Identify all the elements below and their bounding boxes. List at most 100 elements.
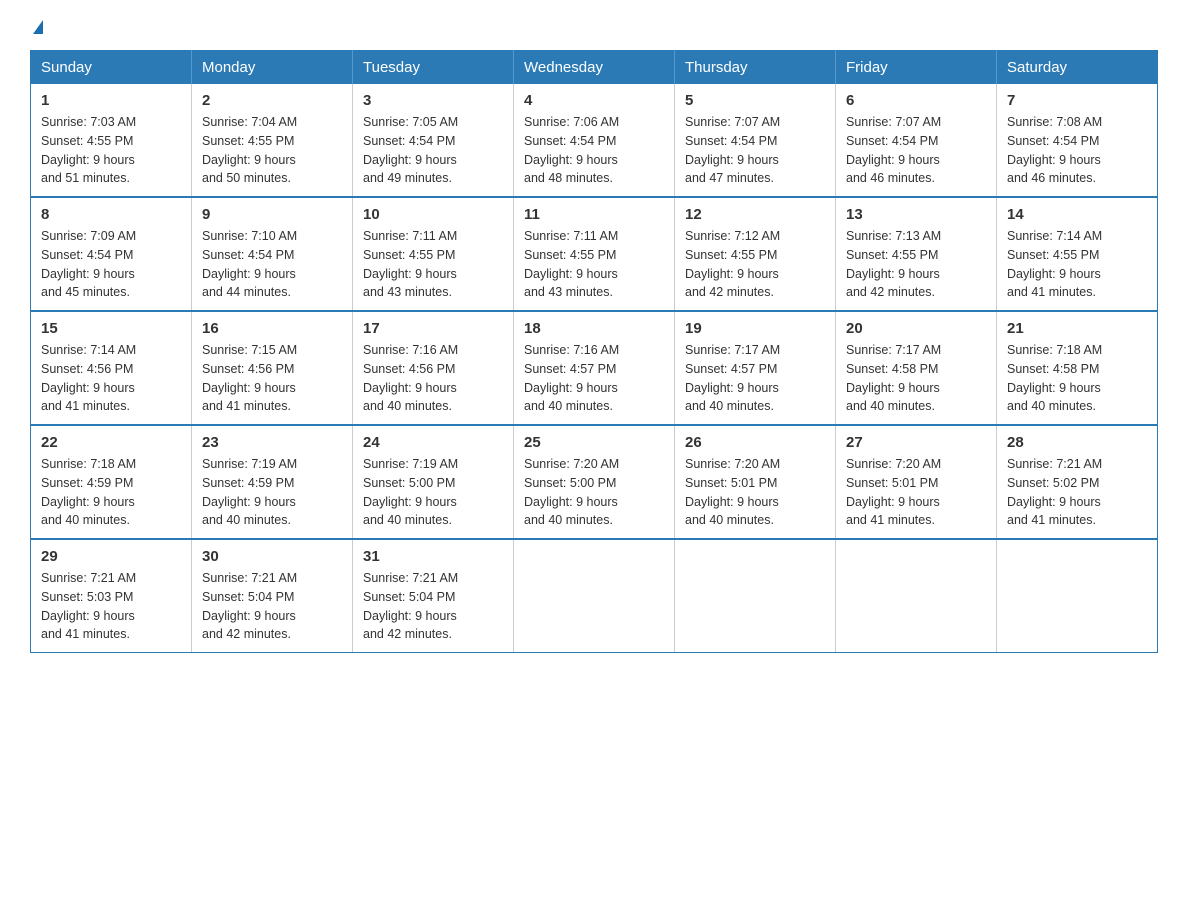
calendar-cell: 10 Sunrise: 7:11 AM Sunset: 4:55 PM Dayl… [353, 197, 514, 311]
day-info: Sunrise: 7:21 AM Sunset: 5:04 PM Dayligh… [202, 569, 342, 644]
day-number: 1 [41, 92, 181, 109]
day-number: 31 [363, 548, 503, 565]
calendar-cell [514, 539, 675, 653]
calendar-cell: 6 Sunrise: 7:07 AM Sunset: 4:54 PM Dayli… [836, 84, 997, 197]
calendar-table: SundayMondayTuesdayWednesdayThursdayFrid… [30, 50, 1158, 653]
day-number: 27 [846, 434, 986, 451]
day-info: Sunrise: 7:21 AM Sunset: 5:04 PM Dayligh… [363, 569, 503, 644]
calendar-cell: 16 Sunrise: 7:15 AM Sunset: 4:56 PM Dayl… [192, 311, 353, 425]
day-info: Sunrise: 7:19 AM Sunset: 5:00 PM Dayligh… [363, 455, 503, 530]
day-number: 29 [41, 548, 181, 565]
day-info: Sunrise: 7:20 AM Sunset: 5:01 PM Dayligh… [685, 455, 825, 530]
calendar-cell: 3 Sunrise: 7:05 AM Sunset: 4:54 PM Dayli… [353, 84, 514, 197]
calendar-cell: 11 Sunrise: 7:11 AM Sunset: 4:55 PM Dayl… [514, 197, 675, 311]
day-number: 19 [685, 320, 825, 337]
day-info: Sunrise: 7:14 AM Sunset: 4:55 PM Dayligh… [1007, 227, 1147, 302]
weekday-header-friday: Friday [836, 51, 997, 85]
day-number: 25 [524, 434, 664, 451]
day-info: Sunrise: 7:11 AM Sunset: 4:55 PM Dayligh… [363, 227, 503, 302]
calendar-cell: 7 Sunrise: 7:08 AM Sunset: 4:54 PM Dayli… [997, 84, 1158, 197]
calendar-cell [997, 539, 1158, 653]
calendar-cell: 4 Sunrise: 7:06 AM Sunset: 4:54 PM Dayli… [514, 84, 675, 197]
calendar-week-row: 15 Sunrise: 7:14 AM Sunset: 4:56 PM Dayl… [31, 311, 1158, 425]
day-number: 17 [363, 320, 503, 337]
day-info: Sunrise: 7:08 AM Sunset: 4:54 PM Dayligh… [1007, 113, 1147, 188]
day-number: 7 [1007, 92, 1147, 109]
calendar-cell: 25 Sunrise: 7:20 AM Sunset: 5:00 PM Dayl… [514, 425, 675, 539]
day-number: 6 [846, 92, 986, 109]
calendar-cell: 14 Sunrise: 7:14 AM Sunset: 4:55 PM Dayl… [997, 197, 1158, 311]
day-info: Sunrise: 7:17 AM Sunset: 4:57 PM Dayligh… [685, 341, 825, 416]
weekday-header-wednesday: Wednesday [514, 51, 675, 85]
logo-triangle-icon [33, 20, 43, 34]
day-info: Sunrise: 7:13 AM Sunset: 4:55 PM Dayligh… [846, 227, 986, 302]
logo [30, 20, 43, 34]
day-number: 8 [41, 206, 181, 223]
day-info: Sunrise: 7:17 AM Sunset: 4:58 PM Dayligh… [846, 341, 986, 416]
day-info: Sunrise: 7:16 AM Sunset: 4:56 PM Dayligh… [363, 341, 503, 416]
page-header [30, 20, 1158, 34]
day-number: 16 [202, 320, 342, 337]
weekday-header-monday: Monday [192, 51, 353, 85]
day-info: Sunrise: 7:07 AM Sunset: 4:54 PM Dayligh… [846, 113, 986, 188]
calendar-cell: 29 Sunrise: 7:21 AM Sunset: 5:03 PM Dayl… [31, 539, 192, 653]
calendar-cell: 20 Sunrise: 7:17 AM Sunset: 4:58 PM Dayl… [836, 311, 997, 425]
day-info: Sunrise: 7:05 AM Sunset: 4:54 PM Dayligh… [363, 113, 503, 188]
day-info: Sunrise: 7:19 AM Sunset: 4:59 PM Dayligh… [202, 455, 342, 530]
day-number: 2 [202, 92, 342, 109]
calendar-cell: 27 Sunrise: 7:20 AM Sunset: 5:01 PM Dayl… [836, 425, 997, 539]
calendar-cell: 13 Sunrise: 7:13 AM Sunset: 4:55 PM Dayl… [836, 197, 997, 311]
day-info: Sunrise: 7:04 AM Sunset: 4:55 PM Dayligh… [202, 113, 342, 188]
day-number: 4 [524, 92, 664, 109]
day-number: 13 [846, 206, 986, 223]
day-number: 21 [1007, 320, 1147, 337]
calendar-cell: 21 Sunrise: 7:18 AM Sunset: 4:58 PM Dayl… [997, 311, 1158, 425]
weekday-header-sunday: Sunday [31, 51, 192, 85]
day-number: 3 [363, 92, 503, 109]
day-info: Sunrise: 7:18 AM Sunset: 4:59 PM Dayligh… [41, 455, 181, 530]
calendar-cell: 1 Sunrise: 7:03 AM Sunset: 4:55 PM Dayli… [31, 84, 192, 197]
day-info: Sunrise: 7:09 AM Sunset: 4:54 PM Dayligh… [41, 227, 181, 302]
calendar-cell: 26 Sunrise: 7:20 AM Sunset: 5:01 PM Dayl… [675, 425, 836, 539]
weekday-header-row: SundayMondayTuesdayWednesdayThursdayFrid… [31, 51, 1158, 85]
day-info: Sunrise: 7:12 AM Sunset: 4:55 PM Dayligh… [685, 227, 825, 302]
calendar-cell: 30 Sunrise: 7:21 AM Sunset: 5:04 PM Dayl… [192, 539, 353, 653]
calendar-cell: 17 Sunrise: 7:16 AM Sunset: 4:56 PM Dayl… [353, 311, 514, 425]
day-info: Sunrise: 7:07 AM Sunset: 4:54 PM Dayligh… [685, 113, 825, 188]
calendar-week-row: 1 Sunrise: 7:03 AM Sunset: 4:55 PM Dayli… [31, 84, 1158, 197]
calendar-cell [675, 539, 836, 653]
day-number: 22 [41, 434, 181, 451]
calendar-cell: 18 Sunrise: 7:16 AM Sunset: 4:57 PM Dayl… [514, 311, 675, 425]
weekday-header-saturday: Saturday [997, 51, 1158, 85]
day-number: 26 [685, 434, 825, 451]
day-info: Sunrise: 7:03 AM Sunset: 4:55 PM Dayligh… [41, 113, 181, 188]
calendar-header: SundayMondayTuesdayWednesdayThursdayFrid… [31, 51, 1158, 85]
day-info: Sunrise: 7:16 AM Sunset: 4:57 PM Dayligh… [524, 341, 664, 416]
calendar-week-row: 22 Sunrise: 7:18 AM Sunset: 4:59 PM Dayl… [31, 425, 1158, 539]
day-info: Sunrise: 7:10 AM Sunset: 4:54 PM Dayligh… [202, 227, 342, 302]
day-number: 12 [685, 206, 825, 223]
calendar-cell: 23 Sunrise: 7:19 AM Sunset: 4:59 PM Dayl… [192, 425, 353, 539]
calendar-cell: 2 Sunrise: 7:04 AM Sunset: 4:55 PM Dayli… [192, 84, 353, 197]
day-number: 15 [41, 320, 181, 337]
calendar-cell: 19 Sunrise: 7:17 AM Sunset: 4:57 PM Dayl… [675, 311, 836, 425]
calendar-cell: 12 Sunrise: 7:12 AM Sunset: 4:55 PM Dayl… [675, 197, 836, 311]
calendar-cell: 9 Sunrise: 7:10 AM Sunset: 4:54 PM Dayli… [192, 197, 353, 311]
day-number: 28 [1007, 434, 1147, 451]
day-info: Sunrise: 7:18 AM Sunset: 4:58 PM Dayligh… [1007, 341, 1147, 416]
calendar-cell: 5 Sunrise: 7:07 AM Sunset: 4:54 PM Dayli… [675, 84, 836, 197]
day-number: 30 [202, 548, 342, 565]
day-number: 9 [202, 206, 342, 223]
calendar-week-row: 8 Sunrise: 7:09 AM Sunset: 4:54 PM Dayli… [31, 197, 1158, 311]
day-number: 14 [1007, 206, 1147, 223]
day-info: Sunrise: 7:15 AM Sunset: 4:56 PM Dayligh… [202, 341, 342, 416]
day-info: Sunrise: 7:06 AM Sunset: 4:54 PM Dayligh… [524, 113, 664, 188]
calendar-week-row: 29 Sunrise: 7:21 AM Sunset: 5:03 PM Dayl… [31, 539, 1158, 653]
calendar-cell: 8 Sunrise: 7:09 AM Sunset: 4:54 PM Dayli… [31, 197, 192, 311]
day-number: 11 [524, 206, 664, 223]
day-info: Sunrise: 7:11 AM Sunset: 4:55 PM Dayligh… [524, 227, 664, 302]
calendar-cell: 28 Sunrise: 7:21 AM Sunset: 5:02 PM Dayl… [997, 425, 1158, 539]
day-info: Sunrise: 7:14 AM Sunset: 4:56 PM Dayligh… [41, 341, 181, 416]
calendar-cell: 31 Sunrise: 7:21 AM Sunset: 5:04 PM Dayl… [353, 539, 514, 653]
calendar-cell: 15 Sunrise: 7:14 AM Sunset: 4:56 PM Dayl… [31, 311, 192, 425]
